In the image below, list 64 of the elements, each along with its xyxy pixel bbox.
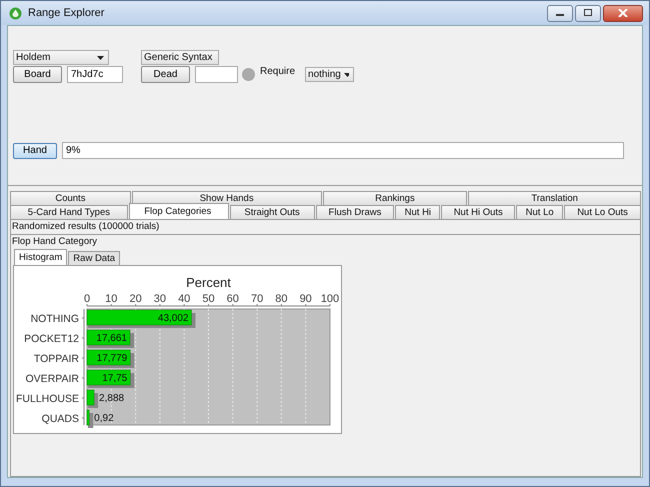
axis-tick-label: 60 (226, 293, 239, 305)
axis-tick-label: 70 (250, 293, 264, 305)
require-label: Require (260, 66, 296, 77)
tab[interactable]: Nut Hi (395, 205, 440, 219)
dead-field[interactable] (195, 66, 238, 83)
axis-tick-label: 80 (275, 293, 288, 305)
chart-title: Percent (186, 275, 231, 290)
tab[interactable]: Flop Categories (128, 203, 229, 219)
tab[interactable]: Histogram (14, 249, 68, 265)
close-button[interactable] (603, 4, 643, 22)
value-label: 17,661 (96, 333, 127, 344)
section-title: Flop Hand Category (11, 235, 98, 249)
axis-tick-label: 100 (320, 293, 340, 305)
hand-button[interactable]: Hand (13, 142, 57, 158)
bar (86, 330, 130, 346)
bar (86, 410, 90, 426)
syntax-dropdown[interactable]: Generic Syntax (141, 50, 219, 65)
axis-tick-label: 40 (178, 293, 190, 305)
tab[interactable]: Nut Lo Outs (564, 205, 641, 219)
category-label: FULLHOUSE (16, 393, 79, 405)
category-label: OVERPAIR (26, 373, 79, 385)
category-label: POCKET12 (24, 333, 79, 345)
category-label: NOTHING (30, 313, 79, 325)
bar (86, 370, 130, 386)
results-header: Randomized results (100000 trials) (11, 220, 640, 235)
tab[interactable]: Translation (468, 191, 641, 205)
axis-tick-label: 50 (202, 293, 215, 305)
tab[interactable]: 5-Card Hand Types (10, 205, 128, 219)
require-dropdown[interactable]: nothing (305, 67, 354, 82)
tab[interactable]: Straight Outs (230, 205, 315, 219)
category-label: QUADS (42, 413, 79, 425)
tab[interactable]: Show Hands (132, 191, 322, 205)
caret-icon (97, 56, 104, 60)
hand-field[interactable]: 9% (62, 142, 624, 159)
tab[interactable]: Counts (10, 191, 131, 205)
dead-button[interactable]: Dead (141, 66, 190, 83)
value-label: 2,888 (99, 393, 124, 404)
value-label: 17,75 (102, 373, 128, 384)
window-title: Range Explorer (28, 7, 104, 19)
value-label: 17,779 (96, 353, 128, 364)
axis-tick-label: 30 (154, 293, 166, 305)
caret-icon (344, 72, 350, 76)
board-field[interactable]: 7hJd7c (67, 66, 123, 83)
game-dropdown[interactable]: Holdem (13, 50, 109, 65)
axis-tick-label: 0 (84, 293, 90, 305)
tab[interactable]: Flush Draws (316, 205, 394, 219)
minimize-button[interactable] (547, 4, 573, 22)
tab[interactable]: Nut Lo (516, 205, 564, 219)
maximize-button[interactable] (575, 4, 601, 22)
axis-tick-label: 20 (129, 293, 142, 305)
app-icon (9, 6, 22, 20)
tab[interactable]: Nut Hi Outs (441, 205, 516, 219)
bar (86, 390, 94, 406)
close-icon (618, 9, 628, 17)
value-label: 43,002 (158, 313, 188, 324)
maximize-icon (583, 9, 593, 17)
value-label: 0,92 (94, 413, 114, 424)
tab[interactable]: Raw Data (68, 251, 120, 265)
bar (86, 350, 130, 366)
category-label: TOPPAIR (34, 353, 79, 365)
tab[interactable]: Rankings (322, 191, 468, 205)
axis-tick-label: 90 (300, 293, 312, 305)
axis-tick-label: 10 (105, 293, 118, 305)
board-button[interactable]: Board (13, 66, 62, 83)
